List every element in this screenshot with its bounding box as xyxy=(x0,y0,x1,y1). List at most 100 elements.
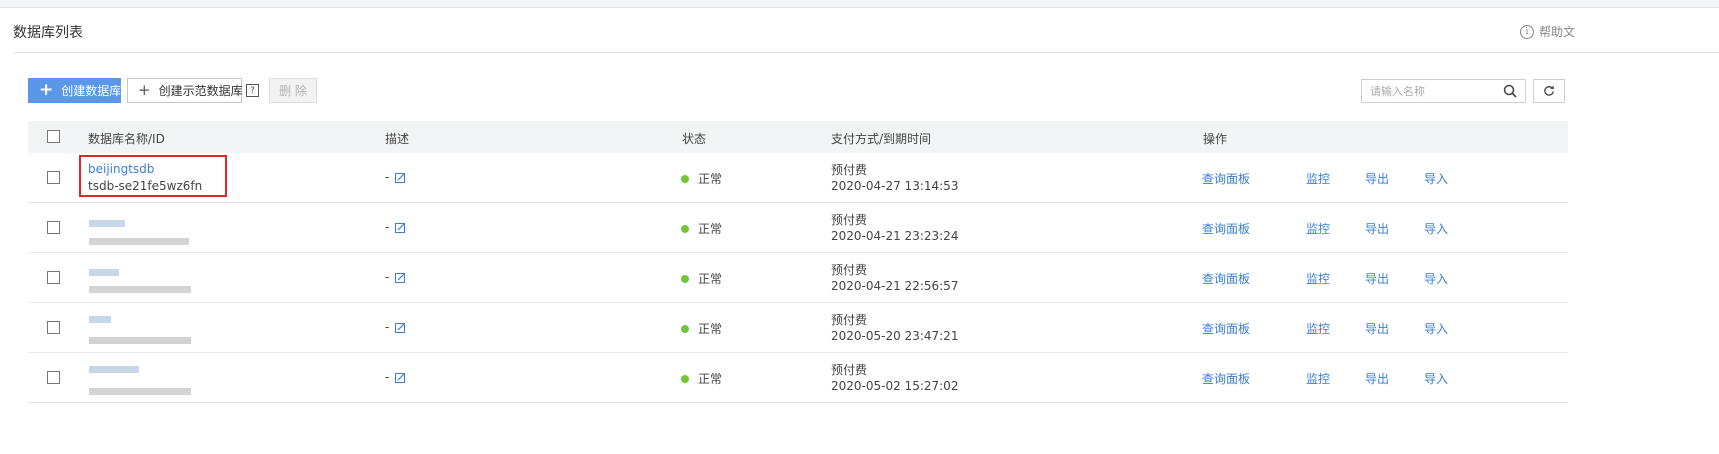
row-checkbox[interactable] xyxy=(47,221,60,234)
payment-cell: 预付费 2020-05-20 23:47:21 xyxy=(831,312,958,344)
monitor-link[interactable]: 监控 xyxy=(1306,170,1330,187)
payment-method: 预付费 xyxy=(831,163,868,177)
redacted-text xyxy=(89,316,111,323)
status-ok-icon xyxy=(681,174,689,183)
redacted-text xyxy=(89,220,125,227)
export-link[interactable]: 导出 xyxy=(1365,270,1389,287)
payment-cell: 预付费 2020-05-02 15:27:02 xyxy=(831,362,958,394)
row-checkbox[interactable] xyxy=(47,171,60,184)
help-label: 帮助文 xyxy=(1539,25,1576,39)
column-header-actions: 操作 xyxy=(1203,132,1228,146)
status-text: 正常 xyxy=(698,172,723,186)
import-link[interactable]: 导入 xyxy=(1424,320,1448,337)
status-ok-icon xyxy=(681,224,689,233)
query-panel-link[interactable]: 查询面板 xyxy=(1202,170,1250,187)
refresh-icon xyxy=(1544,85,1554,96)
redacted-text xyxy=(89,286,191,293)
status-cell: 正常 xyxy=(681,220,722,237)
row-checkbox[interactable] xyxy=(47,321,60,334)
expire-time: 2020-04-21 23:23:24 xyxy=(831,229,959,243)
row-checkbox[interactable] xyxy=(47,271,60,284)
column-header-name: 数据库名称/ID xyxy=(88,132,165,146)
delete-button[interactable]: 删 除 xyxy=(269,78,317,103)
export-link[interactable]: 导出 xyxy=(1365,220,1389,237)
table-row: - 正常 预付费 2020-05-02 15:27:02 查询面板 监控 导出 导入 xyxy=(28,353,1568,403)
table-row: - 正常 预付费 2020-04-21 22:56:57 查询面板 监控 导出 导入 xyxy=(28,253,1568,303)
description-cell: - xyxy=(385,170,406,184)
status-text: 正常 xyxy=(698,322,723,336)
monitor-link[interactable]: 监控 xyxy=(1306,320,1330,337)
description-cell: - xyxy=(385,270,406,284)
table-row: - 正常 预付费 2020-04-21 23:23:24 查询面板 监控 导出 导入 xyxy=(28,203,1568,253)
header-divider xyxy=(13,52,1719,53)
payment-method: 预付费 xyxy=(831,313,868,327)
expire-time: 2020-05-02 15:27:02 xyxy=(831,379,959,393)
status-cell: 正常 xyxy=(681,170,722,187)
status-cell: 正常 xyxy=(681,270,722,287)
row-checkbox[interactable] xyxy=(47,371,60,384)
import-link[interactable]: 导入 xyxy=(1424,170,1448,187)
plus-icon: + xyxy=(39,80,54,100)
export-link[interactable]: 导出 xyxy=(1365,320,1389,337)
payment-cell: 预付费 2020-04-21 23:23:24 xyxy=(831,212,958,244)
redacted-text xyxy=(89,269,119,276)
export-link[interactable]: 导出 xyxy=(1365,170,1389,187)
search-icon[interactable] xyxy=(1503,84,1517,98)
status-text: 正常 xyxy=(698,222,723,236)
status-ok-icon xyxy=(681,274,689,283)
edit-icon[interactable] xyxy=(395,272,406,283)
expire-time: 2020-04-27 13:14:53 xyxy=(831,179,959,193)
description-value: - xyxy=(385,220,390,234)
redacted-text xyxy=(89,366,139,373)
monitor-link[interactable]: 监控 xyxy=(1306,220,1330,237)
status-text: 正常 xyxy=(698,372,723,386)
monitor-link[interactable]: 监控 xyxy=(1306,270,1330,287)
table-row: - 正常 预付费 2020-05-20 23:47:21 查询面板 监控 导出 导入 xyxy=(28,303,1568,353)
query-panel-link[interactable]: 查询面板 xyxy=(1202,220,1250,237)
query-panel-link[interactable]: 查询面板 xyxy=(1202,320,1250,337)
description-value: - xyxy=(385,170,390,184)
description-cell: - xyxy=(385,320,406,334)
import-link[interactable]: 导入 xyxy=(1424,270,1448,287)
edit-icon[interactable] xyxy=(395,372,406,383)
payment-cell: 预付费 2020-04-21 22:56:57 xyxy=(831,262,958,294)
description-value: - xyxy=(385,270,390,284)
database-table: 数据库名称/ID 描述 状态 支付方式/到期时间 操作 beijingtsdb t… xyxy=(28,121,1568,403)
expire-time: 2020-04-21 22:56:57 xyxy=(831,279,959,293)
edit-icon[interactable] xyxy=(395,222,406,233)
top-strip xyxy=(0,0,1719,8)
highlight-box xyxy=(79,155,227,197)
edit-icon[interactable] xyxy=(395,322,406,333)
select-all-checkbox[interactable] xyxy=(47,130,60,143)
edit-icon[interactable] xyxy=(395,172,406,183)
page-title: 数据库列表 xyxy=(13,25,83,41)
payment-method: 预付费 xyxy=(831,213,868,227)
create-database-button[interactable]: + 创建数据库 xyxy=(28,78,121,103)
status-cell: 正常 xyxy=(681,320,722,337)
redacted-text xyxy=(89,388,191,395)
create-demo-database-button[interactable]: + 创建示范数据库 xyxy=(127,78,243,103)
description-cell: - xyxy=(385,220,406,234)
status-cell: 正常 xyxy=(681,370,722,387)
table-row: beijingtsdb tsdb-se21fe5wz6fn - 正常 预付费 2020-0… xyxy=(28,153,1568,203)
status-ok-icon xyxy=(681,374,689,383)
payment-method: 预付费 xyxy=(831,263,868,277)
import-link[interactable]: 导入 xyxy=(1424,220,1448,237)
column-header-payment: 支付方式/到期时间 xyxy=(831,132,932,146)
search-input[interactable] xyxy=(1362,80,1497,102)
create-database-label: 创建数据库 xyxy=(61,84,122,98)
refresh-button[interactable] xyxy=(1533,79,1565,103)
payment-cell: 预付费 2020-04-27 13:14:53 xyxy=(831,162,958,194)
question-icon[interactable]: ? xyxy=(246,84,259,97)
help-link[interactable]: i 帮助文 xyxy=(1520,23,1575,40)
status-text: 正常 xyxy=(698,272,723,286)
export-link[interactable]: 导出 xyxy=(1365,370,1389,387)
column-header-status: 状态 xyxy=(682,132,707,146)
import-link[interactable]: 导入 xyxy=(1424,370,1448,387)
expire-time: 2020-05-20 23:47:21 xyxy=(831,329,959,343)
query-panel-link[interactable]: 查询面板 xyxy=(1202,370,1250,387)
monitor-link[interactable]: 监控 xyxy=(1306,370,1330,387)
query-panel-link[interactable]: 查询面板 xyxy=(1202,270,1250,287)
plus-icon: + xyxy=(138,81,151,99)
description-value: - xyxy=(385,370,390,384)
